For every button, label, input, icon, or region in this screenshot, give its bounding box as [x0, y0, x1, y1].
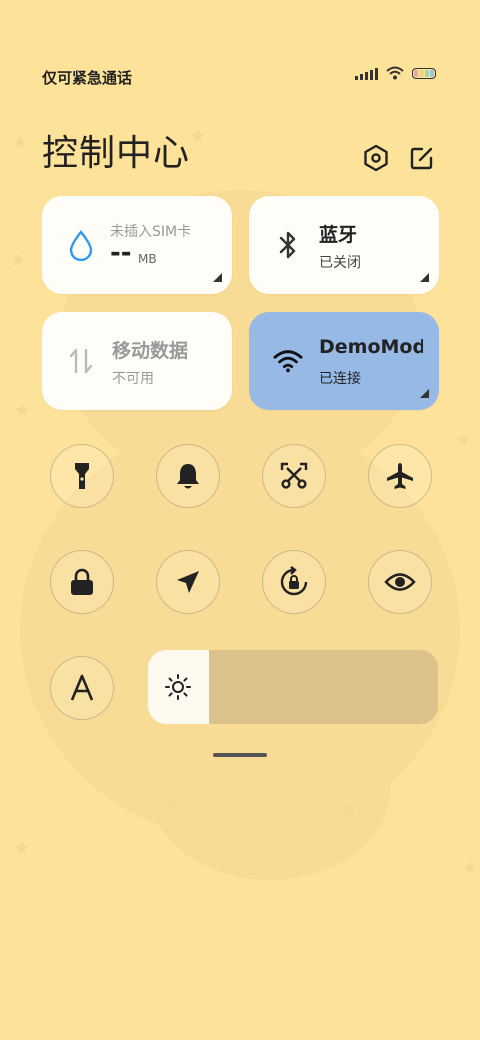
- page-title: 控制中心: [42, 133, 191, 174]
- bluetooth-tile[interactable]: 蓝牙 已关闭: [249, 196, 439, 294]
- background-star-icon: ★: [14, 400, 31, 421]
- background-star-icon: ★: [342, 798, 359, 819]
- wifi-status: 已连接: [319, 371, 361, 387]
- data-usage-value: --: [110, 238, 132, 268]
- edit-button[interactable]: [406, 142, 438, 174]
- mobile-data-title: 移动数据: [112, 340, 189, 362]
- lock-screen-toggle[interactable]: [50, 550, 114, 614]
- airplane-mode-toggle[interactable]: [368, 444, 432, 508]
- wifi-title: DemoMod: [319, 336, 423, 358]
- wifi-status-icon: [386, 66, 404, 80]
- eye-icon: [384, 573, 416, 591]
- brightness-slider[interactable]: [148, 650, 438, 724]
- edit-icon: [410, 147, 433, 170]
- data-usage-tile[interactable]: 未插入SIM卡 -- MB: [42, 196, 232, 294]
- background-cloud: [150, 700, 390, 880]
- water-drop-icon: [66, 230, 96, 261]
- flashlight-icon: [75, 463, 89, 489]
- battery-icon: [412, 67, 436, 79]
- expand-corner-icon: [420, 273, 429, 282]
- signal-icon: [355, 66, 378, 80]
- wifi-icon: [273, 346, 303, 376]
- letter-a-icon: [70, 674, 94, 701]
- reading-mode-toggle[interactable]: [368, 550, 432, 614]
- expand-corner-icon: [420, 389, 429, 398]
- flashlight-toggle[interactable]: [50, 444, 114, 508]
- bluetooth-title: 蓝牙: [319, 224, 358, 246]
- expand-corner-icon: [213, 273, 222, 282]
- brightness-slider-fill: [148, 650, 209, 724]
- mute-toggle[interactable]: [156, 444, 220, 508]
- location-toggle[interactable]: [156, 550, 220, 614]
- background-star-icon: ★: [14, 838, 31, 859]
- data-usage-unit: MB: [138, 252, 157, 266]
- wifi-tile[interactable]: DemoMod 已连接: [249, 312, 439, 410]
- airplane-icon: [387, 463, 413, 489]
- rotation-lock-toggle[interactable]: [262, 550, 326, 614]
- background-star-icon: ★: [455, 430, 472, 451]
- mobile-data-status: 不可用: [112, 371, 154, 387]
- bluetooth-status: 已关闭: [319, 255, 361, 271]
- screenshot-toggle[interactable]: [262, 444, 326, 508]
- status-icons: [355, 66, 436, 80]
- carrier-status-text: 仅可紧急通话: [42, 69, 133, 87]
- mobile-data-tile[interactable]: 移动数据 不可用: [42, 312, 232, 410]
- scissors-icon: [280, 462, 308, 489]
- background-star-icon: ★: [190, 126, 207, 147]
- data-arrows-icon: [66, 346, 96, 376]
- settings-button[interactable]: [360, 142, 392, 174]
- location-arrow-icon: [177, 571, 199, 593]
- hexagon-settings-icon: [364, 144, 388, 172]
- panel-drag-handle[interactable]: [213, 753, 267, 757]
- rotation-lock-icon: [280, 566, 308, 596]
- bell-icon: [177, 464, 199, 489]
- lock-icon: [71, 568, 93, 595]
- background-star-icon: ★: [12, 132, 29, 153]
- background-star-icon: ★: [462, 858, 479, 879]
- sun-icon: [165, 674, 192, 700]
- status-bar: 仅可紧急通话: [0, 60, 480, 92]
- auto-brightness-toggle[interactable]: [50, 656, 114, 720]
- bluetooth-icon: [273, 230, 303, 260]
- background-star-icon: ★: [165, 795, 182, 816]
- background-star-icon: ★: [10, 250, 27, 271]
